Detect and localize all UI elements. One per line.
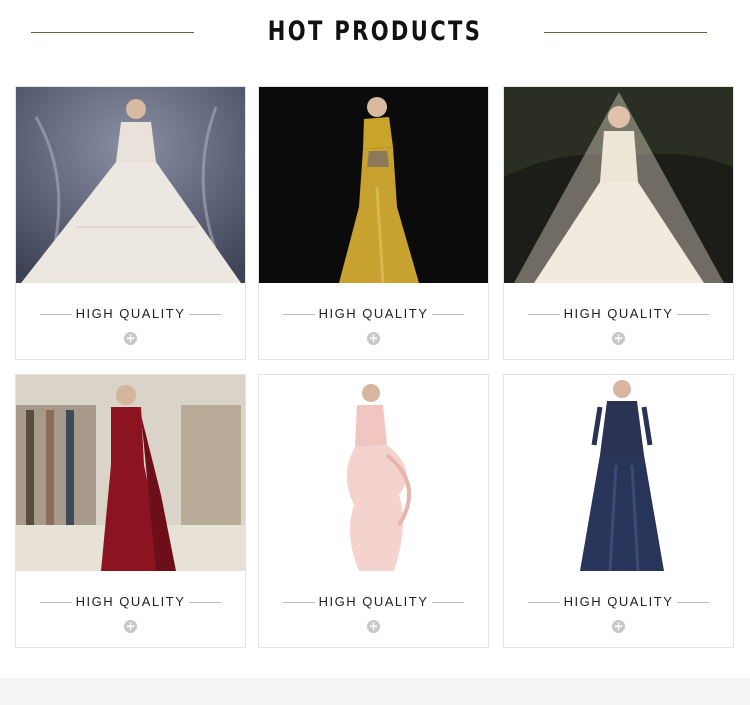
product-card[interactable]: HIGH QUALITY + <box>15 86 246 360</box>
caption-row: HIGH QUALITY <box>259 594 488 610</box>
product-card[interactable]: HIGH QUALITY + <box>503 374 734 648</box>
plus-circle-icon[interactable]: + <box>367 620 380 633</box>
caption-divider-right <box>432 314 464 315</box>
product-image-red-mermaid[interactable] <box>16 375 245 571</box>
product-card[interactable]: HIGH QUALITY + <box>503 86 734 360</box>
caption-divider-right <box>677 314 709 315</box>
product-card[interactable]: HIGH QUALITY + <box>258 86 489 360</box>
caption-divider-right <box>189 602 221 603</box>
caption-divider-right <box>432 602 464 603</box>
product-image-lace-bridal[interactable] <box>504 87 733 283</box>
caption-row: HIGH QUALITY <box>259 306 488 322</box>
plus-circle-icon[interactable]: + <box>612 620 625 633</box>
plus-circle-icon[interactable]: + <box>367 332 380 345</box>
product-image-pink-ruffle[interactable] <box>259 375 488 571</box>
caption-divider-right <box>677 602 709 603</box>
caption-divider-right <box>189 314 221 315</box>
product-card[interactable]: HIGH QUALITY + <box>258 374 489 648</box>
caption-row: HIGH QUALITY <box>16 594 245 610</box>
product-image-white-ballgown[interactable] <box>16 87 245 283</box>
footer-band <box>0 678 750 705</box>
caption-row: HIGH QUALITY <box>504 306 733 322</box>
plus-circle-icon[interactable]: + <box>124 332 137 345</box>
product-card[interactable]: HIGH QUALITY + <box>15 374 246 648</box>
section-header: HOT PRODUCTS <box>0 0 750 70</box>
plus-circle-icon[interactable]: + <box>124 620 137 633</box>
header-divider-right <box>544 32 707 33</box>
product-image-navy-lace[interactable] <box>504 375 733 571</box>
product-image-gold-mermaid[interactable] <box>259 87 488 283</box>
caption-row: HIGH QUALITY <box>504 594 733 610</box>
plus-circle-icon[interactable]: + <box>612 332 625 345</box>
caption-row: HIGH QUALITY <box>16 306 245 322</box>
